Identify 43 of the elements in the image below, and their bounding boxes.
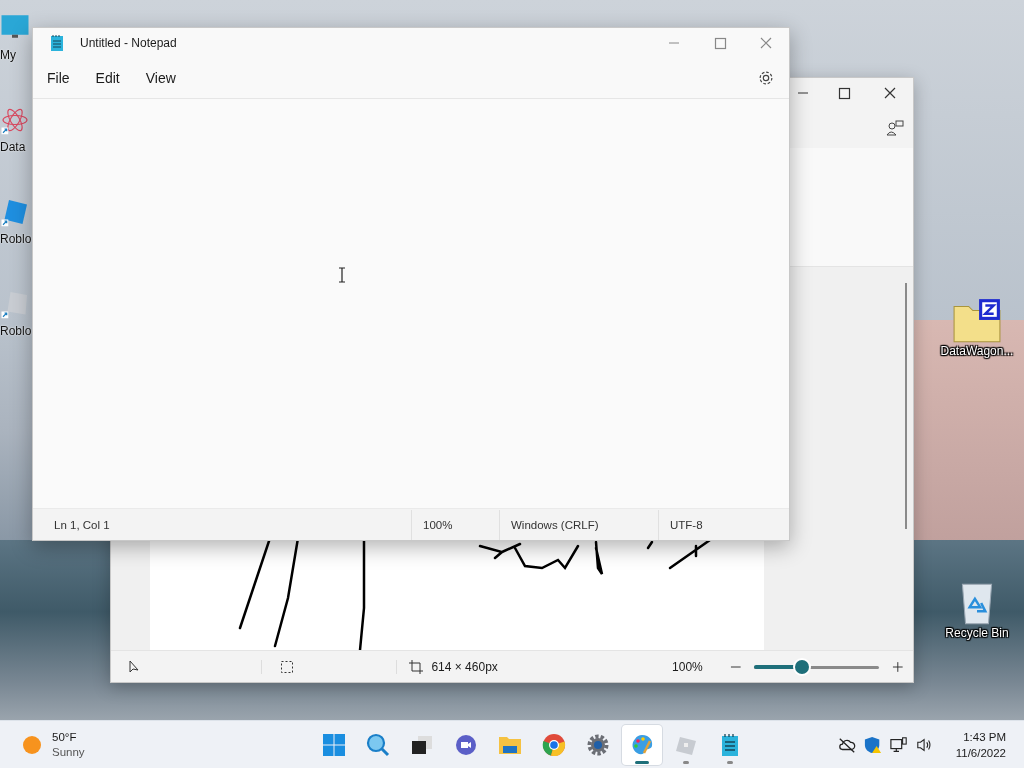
network-icon[interactable] bbox=[889, 735, 908, 754]
status-bar-text: Ln 1, Col 1 bbox=[53, 518, 111, 531]
zoom-in-button[interactable] bbox=[891, 659, 905, 674]
canvas-size-text: 614 × 460px bbox=[431, 659, 498, 674]
settings-icon[interactable] bbox=[757, 69, 775, 87]
zoom-slider-thumb[interactable] bbox=[794, 659, 809, 674]
zoom-slider[interactable] bbox=[754, 659, 880, 674]
clock-time: 1:43 PM bbox=[963, 729, 1006, 745]
clock[interactable]: 1:43 PM 11/6/2022 bbox=[955, 728, 1006, 761]
scrollbar[interactable] bbox=[905, 283, 907, 529]
video-chat-icon bbox=[454, 732, 478, 757]
desktop-icon-label[interactable]: Recycle Bin bbox=[945, 626, 1009, 640]
gear-icon bbox=[586, 732, 610, 757]
windows-logo-icon bbox=[322, 732, 346, 757]
shield-warning-icon[interactable] bbox=[863, 735, 882, 754]
selection-icon bbox=[279, 659, 294, 674]
temperature-text[interactable]: 50°F bbox=[52, 729, 85, 745]
status-bar-text: UTF-8 bbox=[658, 509, 789, 540]
status-bar-text: 100% bbox=[411, 509, 499, 540]
text-cursor-icon bbox=[338, 267, 346, 283]
zip-folder-icon[interactable] bbox=[952, 298, 1002, 344]
cloud-off-icon[interactable] bbox=[837, 735, 856, 754]
desktop-icon-label[interactable]: Roblo bbox=[0, 324, 31, 338]
browser-icon bbox=[542, 732, 566, 757]
weather-condition-text[interactable]: Sunny bbox=[52, 744, 85, 760]
desktop-icon-label[interactable]: Data bbox=[0, 140, 26, 154]
window-title: Untitled - Notepad bbox=[80, 36, 177, 50]
search-icon bbox=[366, 732, 390, 757]
desktop-icon-label[interactable]: Roblo bbox=[0, 232, 31, 246]
desktop-icon-label[interactable]: My bbox=[0, 48, 16, 62]
menu-item[interactable]: Edit bbox=[84, 64, 131, 92]
zoom-level-text: 100% bbox=[672, 659, 704, 674]
palette-button[interactable] bbox=[622, 724, 662, 765]
shapes-icon[interactable] bbox=[885, 118, 905, 138]
status-bar-text: Windows (CRLF) bbox=[499, 509, 658, 540]
volume-icon[interactable] bbox=[915, 735, 934, 754]
menu-item[interactable]: File bbox=[36, 64, 81, 92]
notepad-icon bbox=[49, 34, 65, 52]
menu-item[interactable]: View bbox=[134, 64, 187, 92]
clock-date: 11/6/2022 bbox=[955, 745, 1006, 761]
canvas-size-icon bbox=[409, 659, 424, 674]
pointer-icon bbox=[127, 659, 141, 674]
palette-icon bbox=[630, 732, 654, 757]
